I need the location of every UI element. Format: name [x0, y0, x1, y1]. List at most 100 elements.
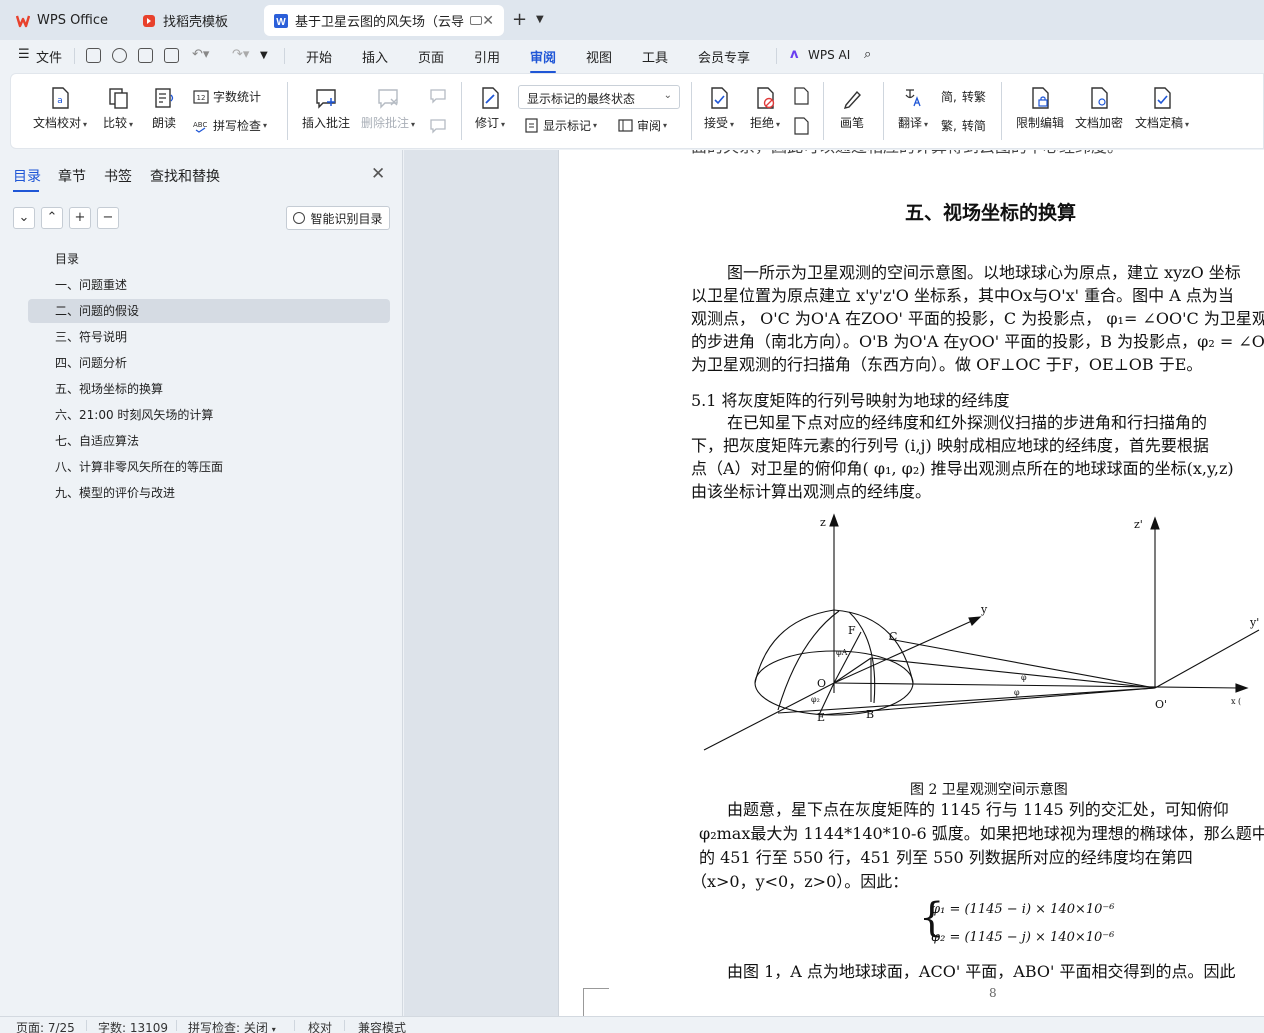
point-label-O-prime: O' [1155, 698, 1167, 711]
doc-check-button[interactable]: a 文档校对 ▾ [29, 86, 91, 131]
status-proofread[interactable]: 校对 [308, 1019, 332, 1033]
toc-item[interactable]: 九、模型的评价与改进 [28, 481, 390, 505]
menu-page[interactable]: 页面 [418, 47, 444, 66]
smart-toc-button[interactable]: 智能识别目录 [286, 206, 390, 230]
menu-review[interactable]: 审阅 [530, 47, 557, 73]
lock-doc-icon [1032, 87, 1049, 109]
satellite-observation-figure: z z' y y' x ( O O' F C E B φA φ₂ φ φ [703, 513, 1260, 751]
menu-file[interactable]: 文件 [36, 47, 62, 66]
close-icon[interactable]: ✕ [482, 13, 494, 29]
to-simplified-button[interactable]: 繁, 转简 [941, 117, 986, 134]
svg-text:W: W [276, 17, 286, 28]
prev-change-icon[interactable] [791, 86, 811, 110]
menu-view[interactable]: 视图 [586, 47, 612, 66]
section-title: 五、视场坐标的换算 [905, 202, 1077, 224]
point-label-F: F [848, 624, 856, 637]
document-page[interactable]: 面的关系，因此可以通过相应的计算得到云图的中心经纬度。 五、视场坐标的换算 图一… [558, 150, 1264, 1016]
spell-check-button[interactable]: ABC 拼写检查 ▾ [193, 117, 267, 134]
translate-button[interactable]: 翻译 ▾ [893, 86, 933, 131]
status-word-count[interactable]: 字数: 13109 [98, 1019, 168, 1033]
divider [284, 48, 285, 64]
pen-button[interactable]: 画笔 [833, 86, 871, 131]
axis-label-z-prime: z' [1134, 518, 1143, 531]
tab-wps-office[interactable]: WPS Office [6, 5, 124, 36]
to-traditional-button[interactable]: 简, 转繁 [941, 88, 986, 105]
hamburger-icon[interactable]: ☰ [18, 47, 30, 62]
markup-mode-select[interactable]: 显示标记的最终状态 ⌄ [518, 85, 680, 109]
tab-daoke-templates[interactable]: 找稻壳模板 [132, 5, 260, 36]
share-icon[interactable] [112, 48, 127, 63]
print-icon[interactable] [138, 48, 153, 63]
toc-item[interactable]: 三、符号说明 [28, 325, 390, 349]
add-icon[interactable]: + [69, 207, 91, 229]
menu-start[interactable]: 开始 [306, 47, 332, 66]
search-icon[interactable]: ⌕ [864, 47, 871, 62]
prev-comment-icon[interactable] [427, 86, 449, 110]
close-icon[interactable]: ✕ [371, 164, 385, 184]
svg-text:12: 12 [197, 94, 206, 102]
nav-tab-bookmarks[interactable]: 书签 [104, 166, 132, 186]
next-change-icon[interactable] [791, 116, 811, 140]
toc-item[interactable]: 目录 [28, 247, 390, 271]
remove-icon[interactable]: − [97, 207, 119, 229]
screen-icon[interactable] [470, 16, 483, 25]
undo-icon[interactable]: ↶▾ [192, 47, 209, 62]
save-icon[interactable] [86, 48, 101, 63]
new-tab-button[interactable]: + [512, 10, 527, 30]
print-preview-icon[interactable] [164, 48, 179, 63]
word-count-button[interactable]: 12 字数统计 [193, 88, 261, 105]
encrypt-button[interactable]: 文档加密 [1071, 86, 1127, 131]
delete-comment-button[interactable]: 删除批注 ▾ [359, 86, 417, 131]
toc-item[interactable]: 五、视场坐标的换算 [28, 377, 390, 401]
nav-tab-toc[interactable]: 目录 [13, 166, 41, 192]
finalize-button[interactable]: 文档定稿 ▾ [1131, 86, 1193, 131]
paragraph-line: （x>0，y<0，z>0）。因此： [691, 872, 909, 891]
toc-item[interactable]: 四、问题分析 [28, 351, 390, 375]
figure-caption: 图 2 卫星观测空间示意图 [910, 782, 1068, 798]
restrict-edit-button[interactable]: 限制编辑 [1011, 86, 1069, 131]
expand-chevron-icon[interactable]: ⌃ [41, 207, 63, 229]
toc-item[interactable]: 一、问题重述 [28, 273, 390, 297]
wps-ai-icon[interactable]: ʌ [790, 47, 798, 62]
compare-button[interactable]: 比较 ▾ [97, 86, 139, 131]
more-chevron-icon[interactable]: ▼ [260, 50, 268, 61]
divider [461, 82, 462, 140]
toc-item[interactable]: 八、计算非零风矢所在的等压面 [28, 455, 390, 479]
encrypt-icon [1091, 87, 1108, 109]
review-pane-button[interactable]: 审阅 ▾ [618, 117, 667, 134]
track-changes-button[interactable]: 修订 ▾ [471, 86, 509, 131]
subsection-title: 5.1 将灰度矩阵的行列号映射为地球的经纬度 [691, 391, 1010, 410]
insert-comment-button[interactable]: 插入批注 [299, 86, 353, 131]
show-markup-button[interactable]: 显示标记 ▾ [524, 117, 597, 134]
menu-insert[interactable]: 插入 [362, 47, 388, 66]
menu-wps-ai[interactable]: WPS AI [808, 48, 850, 62]
paragraph-line: 点（A）对卫星的俯仰角( φ₁, φ₂) 推导出观测点所在的地球球面的坐标(x,… [691, 459, 1234, 478]
divider [287, 82, 288, 140]
read-aloud-button[interactable]: 朗读 [147, 86, 181, 131]
menu-references[interactable]: 引用 [474, 47, 500, 66]
paragraph-line: 的 451 行至 550 行，451 列至 550 列数据所对应的经纬度均在第四 [699, 848, 1193, 867]
status-bar: 页面: 7/25 字数: 13109 拼写检查: 关闭 ▾ 校对 兼容模式 [0, 1016, 1264, 1033]
doc-check-icon: a [52, 87, 69, 109]
status-page[interactable]: 页面: 7/25 [16, 1019, 75, 1033]
nav-tab-chapters[interactable]: 章节 [58, 166, 86, 186]
status-spell-check[interactable]: 拼写检查: 关闭 ▾ [188, 1019, 276, 1033]
paragraph-line: 观测点， O'C 为O'A 在ZOO' 平面的投影，C 为投影点， φ₁= ∠O… [691, 309, 1264, 328]
menu-member[interactable]: 会员专享 [698, 47, 750, 66]
menu-tools[interactable]: 工具 [642, 47, 668, 66]
toc-item[interactable]: 六、21:00 时刻风矢场的计算 [28, 403, 390, 427]
divider [776, 48, 777, 64]
collapse-chevron-icon[interactable]: ⌄ [13, 207, 35, 229]
nav-tab-find-replace[interactable]: 查找和替换 [150, 166, 220, 186]
toc-item-selected[interactable]: 二、问题的假设 [28, 299, 390, 323]
accept-button[interactable]: 接受 ▾ [699, 86, 739, 131]
redo-icon[interactable]: ↷▾ [232, 47, 249, 62]
compare-icon [109, 88, 128, 109]
document-area[interactable]: 面的关系，因此可以通过相应的计算得到云图的中心经纬度。 五、视场坐标的换算 图一… [404, 150, 1264, 1016]
accept-icon [711, 87, 728, 109]
next-comment-icon[interactable] [427, 116, 449, 140]
reject-button[interactable]: 拒绝 ▾ [745, 86, 785, 131]
toc-item[interactable]: 七、自适应算法 [28, 429, 390, 453]
chevron-down-icon[interactable]: ▼ [536, 14, 544, 25]
tab-current-document[interactable]: W 基于卫星云图的风矢场（云导 ✕ [264, 5, 504, 36]
